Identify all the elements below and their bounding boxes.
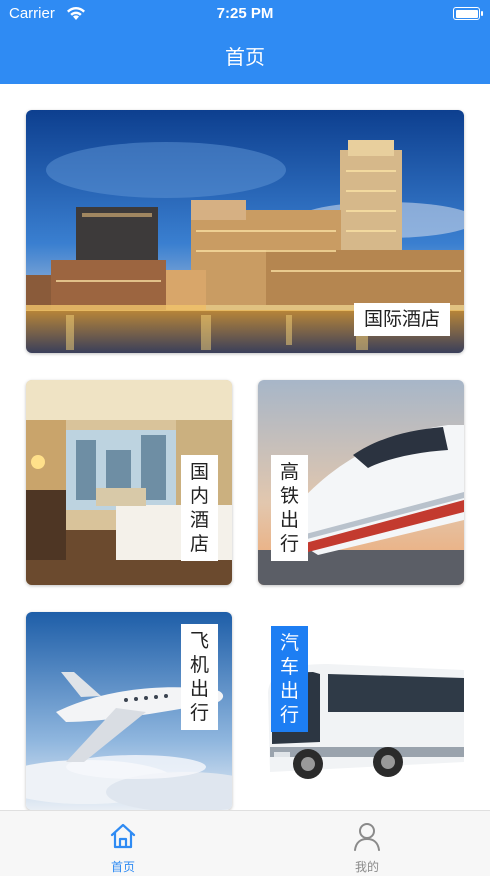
tab-profile[interactable]: 我的 <box>307 811 427 876</box>
card-intl-hotel[interactable]: 国际酒店 <box>26 110 464 353</box>
card-label: 汽车出行 <box>271 626 308 732</box>
card-bus[interactable]: 汽车出行 <box>258 612 464 810</box>
user-icon <box>354 823 380 851</box>
card-label: 国内酒店 <box>181 455 218 561</box>
home-icon <box>110 823 136 849</box>
page-title: 首页 <box>225 45 265 69</box>
battery-icon <box>453 7 483 20</box>
card-label: 高铁出行 <box>271 455 308 561</box>
tab-profile-label: 我的 <box>354 860 379 874</box>
card-high-speed-rail[interactable]: 高铁出行 <box>258 380 464 585</box>
tab-home[interactable]: 首页 <box>63 811 183 876</box>
card-flight[interactable]: 飞机出行 <box>26 612 232 810</box>
tab-bar: 首页 我的 <box>0 810 490 876</box>
card-label: 飞机出行 <box>181 624 218 730</box>
tab-home-label: 首页 <box>110 860 135 874</box>
status-bar: Carrier 7:25 PM <box>0 0 490 28</box>
clock: 7:25 PM <box>216 5 274 22</box>
card-label: 国际酒店 <box>353 303 450 336</box>
header-bar: Carrier 7:25 PM 首页 <box>0 0 490 84</box>
card-domestic-hotel[interactable]: 国内酒店 <box>26 380 232 585</box>
